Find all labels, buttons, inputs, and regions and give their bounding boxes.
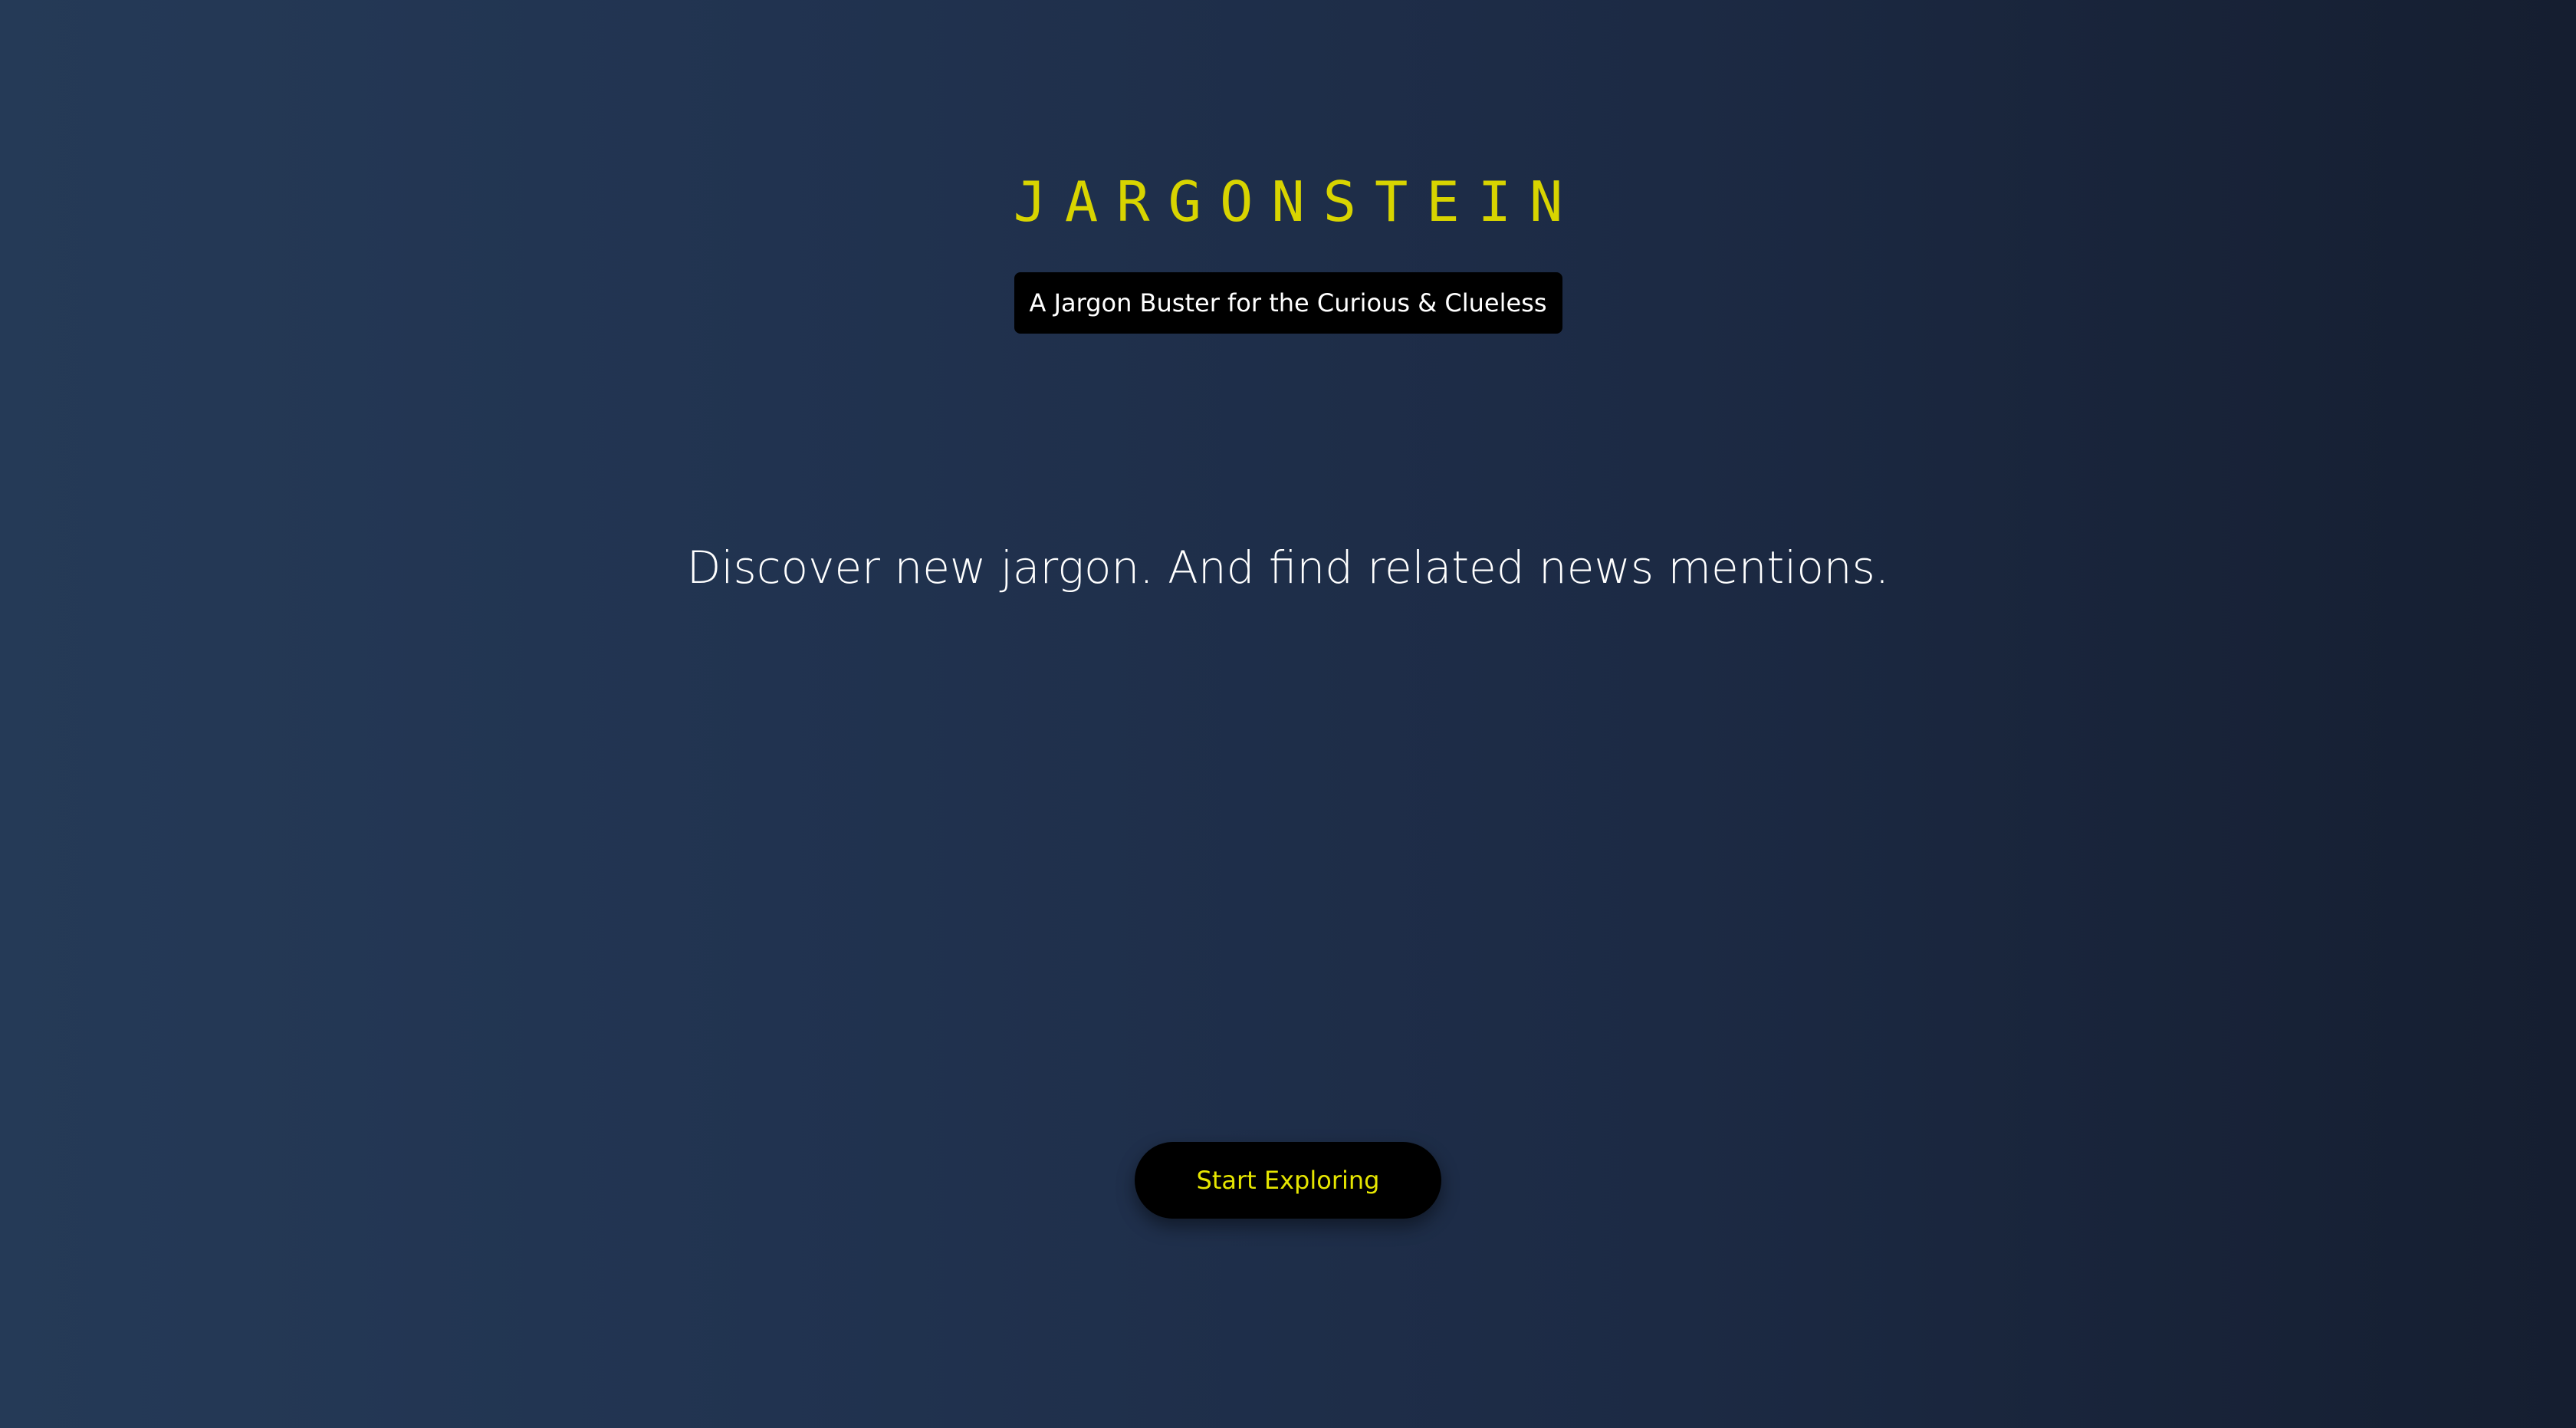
cta-container: Start Exploring	[0, 1142, 2576, 1219]
tagline-badge: A Jargon Buster for the Curious & Cluele…	[1014, 272, 1562, 334]
hero-headline: Discover new jargon. And find related ne…	[686, 541, 1890, 594]
start-exploring-button[interactable]: Start Exploring	[1135, 1142, 1441, 1219]
site-logo: JARGONSTEIN	[1013, 169, 1582, 234]
tagline-container: A Jargon Buster for the Curious & Cluele…	[0, 272, 2576, 334]
